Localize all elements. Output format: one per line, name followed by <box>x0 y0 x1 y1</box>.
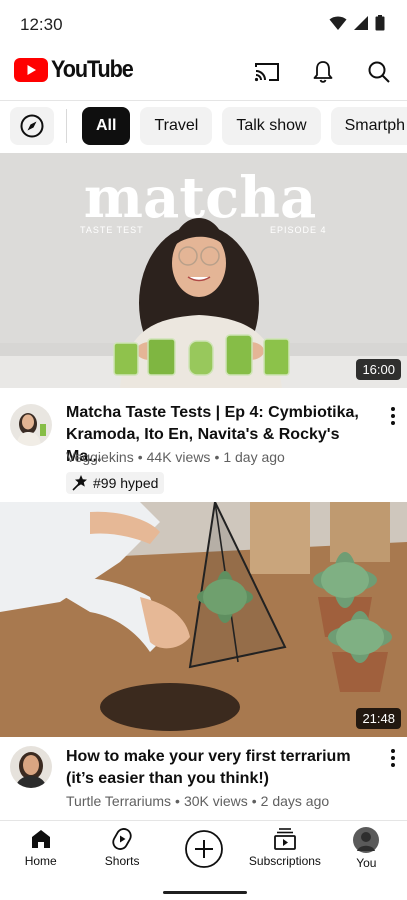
more-vert-icon <box>391 749 395 753</box>
thumbnail-subtitle-right: EPISODE 4 <box>270 225 327 235</box>
cast-button[interactable] <box>239 48 295 96</box>
upload-age: 1 day ago <box>223 449 285 465</box>
terrarium-thumbnail-image <box>0 502 407 737</box>
video-metadata: Turtle Terrariums • 30K views • 2 days ago <box>66 793 330 809</box>
wifi-icon <box>329 16 347 30</box>
chip-smartphones[interactable]: Smartph <box>330 107 407 145</box>
youtube-logo[interactable]: YouTube <box>14 56 142 84</box>
nav-home[interactable]: Home <box>0 821 81 876</box>
video-title[interactable]: How to make your very first terrarium (i… <box>66 746 372 790</box>
bottom-navigation: Home Shorts Subscriptions You <box>0 820 407 876</box>
youtube-wordmark: YouTube <box>51 56 134 83</box>
add-circle-icon <box>184 830 223 868</box>
nav-home-label: Home <box>24 854 57 868</box>
subscriptions-icon <box>274 828 296 850</box>
channel-avatar[interactable] <box>10 404 52 446</box>
view-count: 44K views <box>146 449 211 465</box>
nav-create-button[interactable] <box>163 821 244 876</box>
bell-icon <box>313 61 333 83</box>
explore-button[interactable] <box>10 107 54 145</box>
profile-avatar-icon <box>353 827 380 853</box>
view-count: 30K views <box>183 793 248 809</box>
hype-badge[interactable]: #99 hyped <box>66 472 165 494</box>
chip-all[interactable]: All <box>82 107 131 145</box>
channel-name[interactable]: Veggiekins <box>66 449 134 465</box>
more-vert-icon <box>391 407 395 411</box>
youtube-play-logo-icon <box>14 58 48 82</box>
app-header: YouTube <box>0 48 407 96</box>
notifications-button[interactable] <box>295 48 351 96</box>
turtle-terrariums-avatar-image <box>10 746 52 788</box>
channel-avatar[interactable] <box>10 746 52 788</box>
hype-icon <box>72 475 87 491</box>
video-more-options-button[interactable] <box>383 746 403 770</box>
chip-travel[interactable]: Travel <box>140 107 213 145</box>
nav-subscriptions-label: Subscriptions <box>248 854 321 868</box>
video-duration: 16:00 <box>356 359 401 380</box>
compass-icon <box>20 114 44 138</box>
upload-age: 2 days ago <box>260 793 330 809</box>
home-icon <box>31 830 50 848</box>
video-thumbnail[interactable]: 21:48 <box>0 502 407 737</box>
chip-divider <box>66 109 67 143</box>
video-duration: 21:48 <box>356 708 401 729</box>
cellular-signal-icon <box>354 16 368 30</box>
matcha-thumbnail-image: matcha TASTE TEST EPISODE 4 <box>0 153 407 388</box>
nav-subscriptions[interactable]: Subscriptions <box>244 821 325 876</box>
status-icons <box>329 15 385 31</box>
hype-badge-label: #99 hyped <box>93 475 159 491</box>
nav-shorts[interactable]: Shorts <box>81 821 162 876</box>
battery-icon <box>375 15 385 31</box>
status-time: 12:30 <box>20 15 63 34</box>
gesture-home-indicator <box>163 891 247 894</box>
video-meta: Matcha Taste Tests | Ep 4: Cymbiotika, K… <box>0 396 407 500</box>
chip-talk-show[interactable]: Talk show <box>222 107 321 145</box>
video-more-options-button[interactable] <box>383 404 403 428</box>
shorts-icon <box>112 828 132 850</box>
nav-you[interactable]: You <box>326 821 407 876</box>
nav-you-label: You <box>356 856 377 870</box>
video-thumbnail[interactable]: matcha TASTE TEST EPISODE 4 16:00 <box>0 153 407 388</box>
search-button[interactable] <box>351 48 407 96</box>
channel-name[interactable]: Turtle Terrariums <box>66 793 171 809</box>
nav-shorts-label: Shorts <box>104 854 140 868</box>
thumbnail-subtitle-left: TASTE TEST <box>80 225 144 235</box>
search-icon <box>368 61 390 83</box>
filter-chips-bar: All Travel Talk show Smartph <box>0 100 407 152</box>
status-bar: 12:30 <box>0 0 407 48</box>
veggiekins-avatar-image <box>10 404 52 446</box>
thumbnail-title-text: matcha <box>84 165 317 231</box>
cast-icon <box>254 63 279 82</box>
video-meta: How to make your very first terrarium (i… <box>0 740 407 816</box>
video-metadata: Veggiekins • 44K views • 1 day ago <box>66 449 285 465</box>
